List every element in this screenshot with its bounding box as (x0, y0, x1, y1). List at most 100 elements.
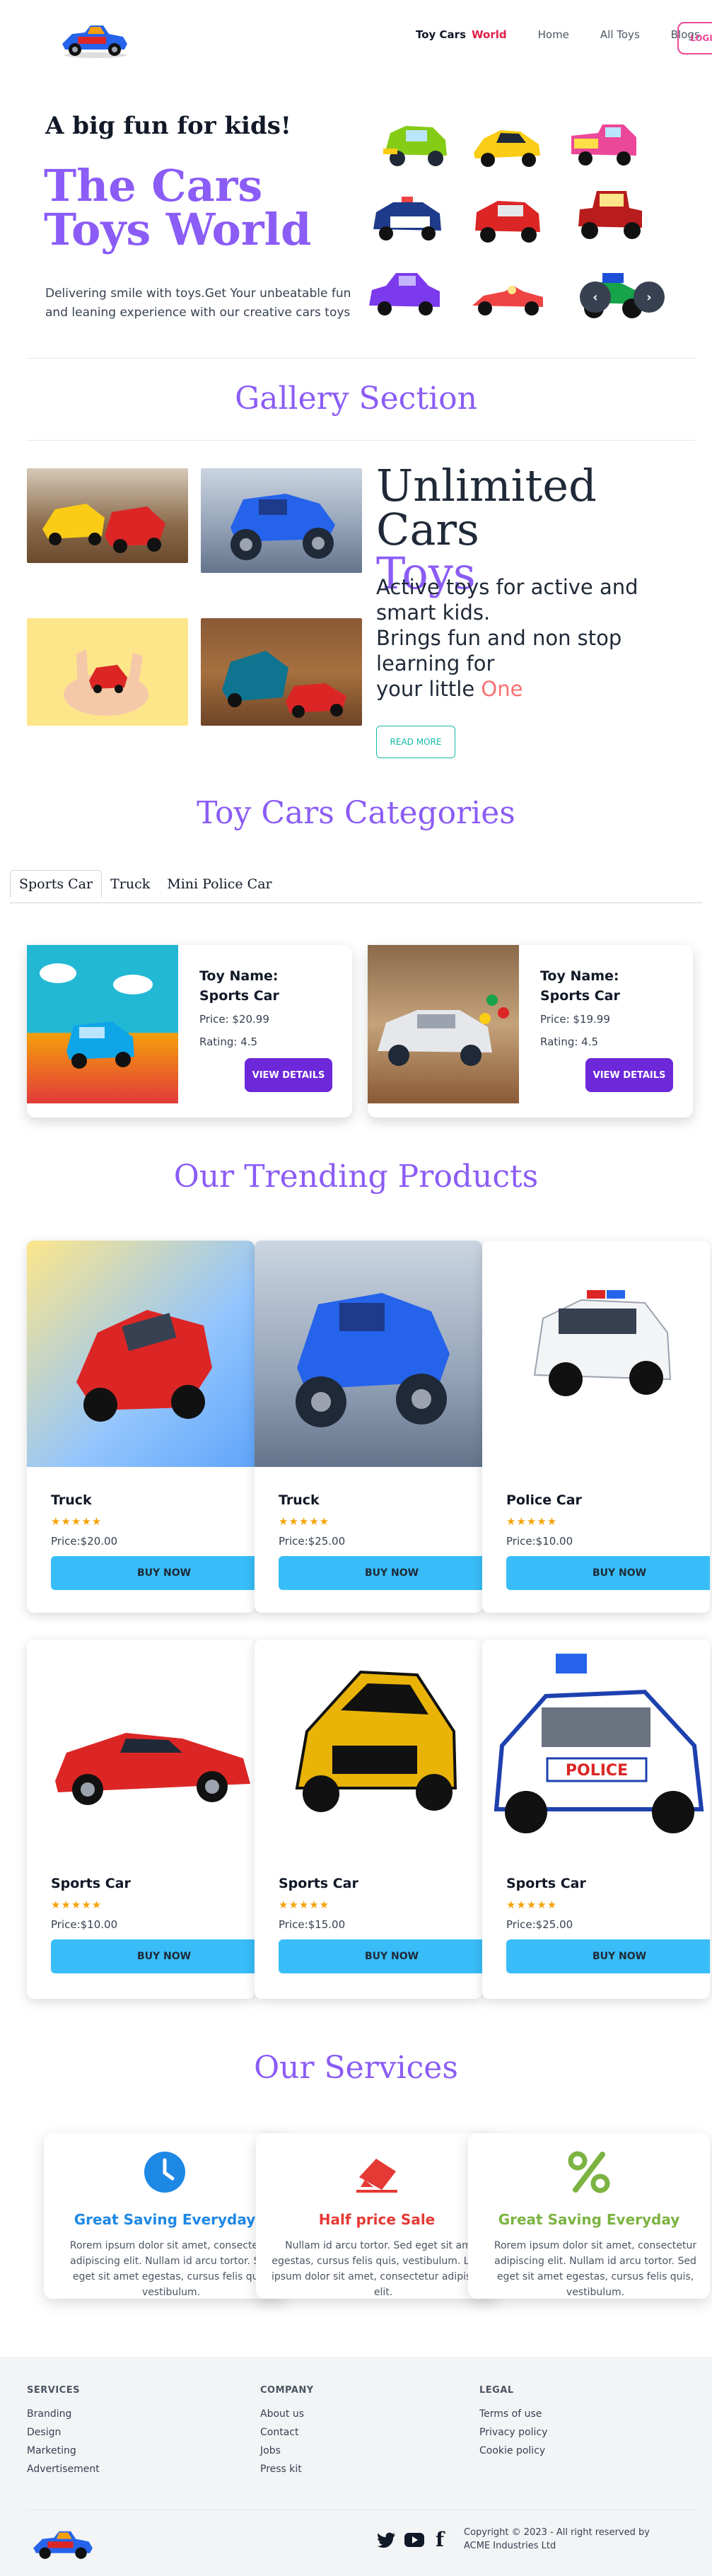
service-title: Great Saving Everyday (498, 2211, 680, 2228)
product-card: Truck ★★★★★ Price:$25.00 BUY NOW (255, 1241, 482, 1613)
buy-now-button[interactable]: BUY NOW (506, 1939, 710, 1973)
category-card-price: Price: $19.99 (540, 1013, 610, 1026)
footer-column-services: SERVICES Branding Design Marketing Adver… (27, 2385, 100, 2475)
product-rating-stars: ★★★★★ (51, 1898, 103, 1911)
percent-icon (468, 2150, 710, 2194)
product-name: Sports Car (51, 1876, 131, 1891)
youtube-icon[interactable] (404, 2532, 424, 2552)
category-card-image (27, 945, 178, 1103)
buy-now-button[interactable]: BUY NOW (51, 1556, 255, 1590)
svg-text:POLICE: POLICE (566, 1762, 628, 1780)
service-description: Rorem ipsum dolor sit amet, consectetur … (494, 2240, 697, 2298)
footer-column-title: SERVICES (27, 2385, 80, 2396)
product-name: Sports Car (506, 1876, 586, 1891)
buy-now-button[interactable]: BUY NOW (51, 1939, 255, 1973)
product-price: Price:$15.00 (279, 1918, 346, 1931)
hero-car-image (378, 112, 454, 177)
view-details-button[interactable]: VIEW DETAILS (245, 1058, 332, 1092)
product-price: Price:$25.00 (506, 1918, 573, 1931)
footer-link-privacy[interactable]: Privacy policy (479, 2427, 547, 2438)
product-image (27, 1241, 255, 1467)
facebook-icon[interactable]: f (436, 2528, 444, 2551)
login-button[interactable]: LOGIN (677, 22, 712, 54)
tab-sports-car[interactable]: Sports Car (10, 870, 103, 898)
product-card: Truck ★★★★★ Price:$20.00 BUY NOW (27, 1241, 255, 1613)
twitter-icon[interactable] (378, 2532, 396, 2552)
footer-link-branding[interactable]: Branding (27, 2408, 100, 2420)
service-card: Great Saving Everyday Rorem ipsum dolor … (44, 2133, 286, 2299)
footer-link-press-kit[interactable]: Press kit (260, 2464, 314, 2475)
product-card: Police Car ★★★★★ Price:$10.00 BUY NOW (482, 1241, 710, 1613)
gallery-image-blue-truck (201, 468, 362, 573)
product-price: Price:$10.00 (51, 1918, 118, 1931)
nav-link-all-toys[interactable]: All Toys (600, 28, 640, 41)
categories-section-title: Toy Cars Categories (197, 795, 515, 831)
carousel-next-button[interactable]: › (634, 282, 665, 313)
category-card: Toy Name: Sports Car Price: $19.99 Ratin… (368, 945, 693, 1118)
product-price: Price:$10.00 (506, 1535, 573, 1548)
service-card: Half price Sale Nullam id arcu tortor. S… (256, 2133, 498, 2299)
gallery-text-line3: your little (376, 677, 475, 701)
hero-subtitle: A big fun for kids! (45, 112, 291, 140)
gallery-text-line1: Active toys for active and smart kids. (376, 575, 638, 625)
product-rating-stars: ★★★★★ (506, 1515, 558, 1528)
hero-car-image (469, 185, 546, 250)
footer-link-cookie[interactable]: Cookie policy (479, 2445, 547, 2456)
footer-link-advertisement[interactable]: Advertisement (27, 2464, 100, 2475)
eraser-tag-icon (256, 2150, 498, 2194)
read-more-button[interactable]: READ MORE (376, 726, 455, 758)
service-description: Nullam id arcu tortor. Sed eget sit amet… (271, 2240, 496, 2298)
footer-column-title: COMPANY (260, 2385, 314, 2396)
hero-car-image (469, 266, 546, 331)
gallery-section-title: Gallery Section (235, 381, 477, 417)
footer-link-design[interactable]: Design (27, 2427, 100, 2438)
footer-column-company: COMPANY About us Contact Jobs Press kit (260, 2385, 314, 2475)
hero-car-image (366, 260, 443, 325)
footer-link-jobs[interactable]: Jobs (260, 2445, 314, 2456)
hero-car-image (566, 112, 642, 177)
services-section-title: Our Services (254, 2050, 458, 2086)
tab-mini-police-car[interactable]: Mini Police Car (158, 871, 280, 898)
footer-column-title: LEGAL (479, 2385, 514, 2396)
product-price: Price:$20.00 (51, 1535, 118, 1548)
product-rating-stars: ★★★★★ (51, 1515, 103, 1528)
view-details-button[interactable]: VIEW DETAILS (585, 1058, 673, 1092)
buy-now-button[interactable]: BUY NOW (279, 1556, 482, 1590)
buy-now-button[interactable]: BUY NOW (279, 1939, 482, 1973)
product-image: POLICE (482, 1640, 710, 1866)
top-nav: Toy Cars World Home All Toys Blogs (416, 28, 700, 41)
footer-logo[interactable] (28, 2522, 99, 2565)
gallery-text-line2: Brings fun and non stop learning for (376, 626, 622, 675)
gallery-image-cars-crash (27, 468, 188, 563)
service-card: Great Saving Everyday Rorem ipsum dolor … (468, 2133, 710, 2299)
nav-link-home[interactable]: Home (538, 28, 569, 41)
gallery-text-accent: One (481, 677, 523, 701)
footer-link-marketing[interactable]: Marketing (27, 2445, 100, 2456)
section-divider (27, 440, 696, 441)
category-card-image (368, 945, 519, 1103)
buy-now-button[interactable]: BUY NOW (506, 1556, 710, 1590)
gallery-text: Active toys for active and smart kids. B… (376, 574, 701, 702)
category-card-price: Price: $20.99 (199, 1013, 269, 1026)
site-logo[interactable] (57, 16, 134, 62)
footer-link-about-us[interactable]: About us (260, 2408, 314, 2420)
service-description: Rorem ipsum dolor sit amet, consectetur … (69, 2240, 273, 2298)
product-image (482, 1241, 710, 1467)
footer-link-terms[interactable]: Terms of use (479, 2408, 547, 2420)
category-card-rating: Rating: 4.5 (199, 1035, 258, 1048)
trending-section-title: Our Trending Products (173, 1159, 539, 1195)
category-card-name: Toy Name: Sports Car (540, 968, 620, 1004)
product-rating-stars: ★★★★★ (506, 1898, 558, 1911)
carousel-prev-button[interactable]: ‹ (580, 282, 611, 313)
hero-car-image (469, 112, 546, 177)
nav-brand[interactable]: Toy Cars (416, 28, 466, 41)
category-card: Toy Name: Sports Car Price: $20.99 Ratin… (27, 945, 352, 1118)
nav-brand-accent[interactable]: World (472, 28, 507, 41)
product-card: Sports Car ★★★★★ Price:$15.00 BUY NOW (255, 1640, 482, 1999)
footer-link-contact[interactable]: Contact (260, 2427, 314, 2438)
product-image (255, 1640, 482, 1866)
tab-truck[interactable]: Truck (102, 871, 158, 898)
gallery-heading-line1: Unlimited Cars (376, 460, 597, 555)
product-card: POLICE Sports Car ★★★★★ Price:$25.00 BUY… (482, 1640, 710, 1999)
product-image (255, 1241, 482, 1467)
